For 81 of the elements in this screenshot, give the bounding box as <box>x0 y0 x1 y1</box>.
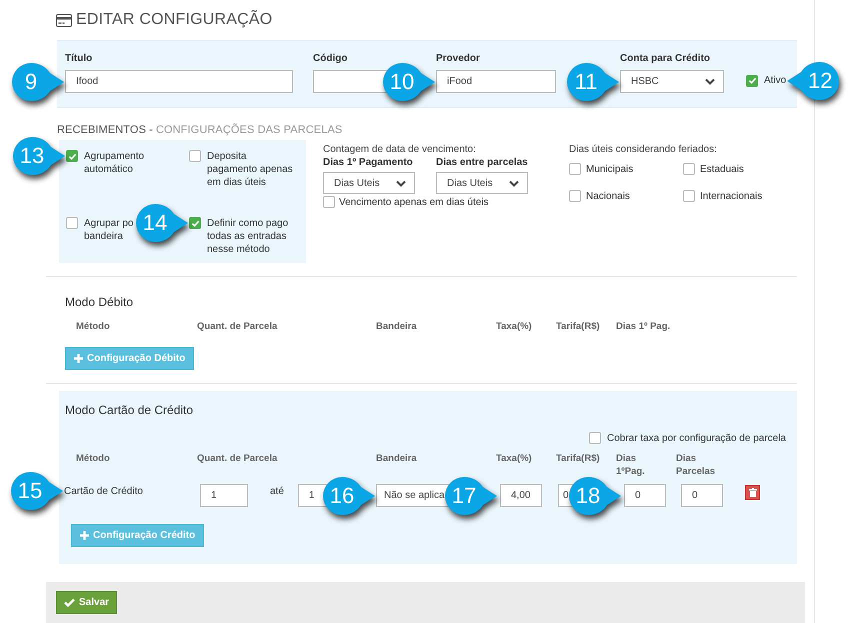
input-field[interactable]: 1 <box>200 484 248 507</box>
checkbox[interactable] <box>189 217 201 229</box>
checkbox-label: Agrupar po bandeira <box>84 217 134 243</box>
section-subtitle: CONFIGURAÇÕES DAS PARCELAS <box>156 124 342 136</box>
section-title: RECEBIMENTOS - <box>57 124 153 136</box>
section-title: Modo Débito <box>65 295 134 309</box>
column-header: Método <box>76 452 111 466</box>
select-value: Dias Uteis <box>447 178 493 188</box>
checkbox-label: Nacionais <box>586 190 630 203</box>
column-header: Tarifa(R$) <box>556 452 601 466</box>
callout-tooltip: 15 <box>10 470 64 510</box>
callout-tooltip: 18 <box>568 476 622 516</box>
callout-tooltip: 10 <box>382 62 436 102</box>
chevron-down-icon <box>396 180 406 186</box>
checkbox-label: Definir como pago todas as entradas nesse método <box>207 217 290 256</box>
chevron-down-icon <box>509 180 519 186</box>
checkbox-label: Cobrar taxa por configuração de parcela <box>607 432 786 445</box>
field-label: Código <box>313 53 348 66</box>
checkbox[interactable] <box>746 74 758 86</box>
group-title: Dias úteis considerando feriados: <box>569 144 718 155</box>
select-field[interactable]: Dias Uteis <box>436 172 528 194</box>
checkbox[interactable] <box>66 150 78 162</box>
plus-icon <box>74 354 83 363</box>
page-title: EDITAR CONFIGURAÇÃO <box>76 11 272 29</box>
callout-tooltip: 9 <box>11 62 65 102</box>
checkbox-label: Ativo <box>764 74 786 87</box>
column-header: Taxa(%) <box>496 320 533 333</box>
checkbox-label: Vencimento apenas em dias úteis <box>339 196 489 209</box>
column-header: Bandeira <box>376 452 418 466</box>
column-header: Tarifa(R$) <box>556 320 601 333</box>
checkbox-label: Municipais <box>586 163 634 176</box>
checkbox[interactable] <box>569 163 581 175</box>
checkbox[interactable] <box>683 163 695 175</box>
callout-tooltip: 11 <box>566 62 620 102</box>
checkbox-label: Internacionais <box>700 190 762 203</box>
range-label: até <box>270 486 284 497</box>
select-field[interactable]: Dias Uteis <box>323 172 415 194</box>
group-title: Contagem de data de vencimento: <box>323 144 477 155</box>
column-header: Quant. de Parcela <box>197 452 278 466</box>
select-value: Dias Uteis <box>334 178 380 188</box>
callout-tooltip: 17 <box>444 476 498 516</box>
checkbox[interactable] <box>189 150 201 162</box>
input-field[interactable]: 0 <box>624 484 666 507</box>
field-label: Dias 1º Pagamento <box>323 157 414 168</box>
table-cell: Cartão de Crédito <box>64 486 143 497</box>
checkbox[interactable] <box>683 190 695 202</box>
select-field[interactable]: HSBC <box>620 70 724 93</box>
input-field[interactable]: iFood <box>436 70 556 93</box>
checkbox[interactable] <box>589 432 601 444</box>
input-field[interactable]: 0 <box>681 484 723 507</box>
checkbox[interactable] <box>66 217 78 229</box>
delete-button[interactable] <box>745 485 760 500</box>
field-label: Dias entre parcelas <box>436 157 528 168</box>
field-label: Título <box>65 53 94 66</box>
column-header: Taxa(%) <box>496 452 533 466</box>
column-header: Dias Parcelas <box>676 452 716 478</box>
chevron-down-icon <box>705 78 715 85</box>
column-header: Quant. de Parcela <box>197 320 278 333</box>
callout-tooltip: 14 <box>135 203 189 243</box>
check-icon <box>64 598 75 607</box>
input-field[interactable]: 4,00 <box>500 484 542 507</box>
plus-icon <box>80 531 89 540</box>
column-header: Método <box>76 320 111 333</box>
checkbox[interactable] <box>569 190 581 202</box>
checkbox[interactable] <box>323 196 335 208</box>
callout-tooltip: 13 <box>12 136 66 176</box>
checkbox-label: Deposita pagamento apenas em dias úteis <box>207 150 294 189</box>
credit-card-icon <box>56 14 72 26</box>
callout-tooltip: 16 <box>322 476 376 516</box>
checkbox-label: Agrupamento automático <box>84 150 146 176</box>
column-header: Dias 1º Pag. <box>616 320 672 333</box>
column-header: Dias 1ºPag. <box>616 452 646 478</box>
select-value: HSBC <box>631 76 659 87</box>
trash-icon <box>748 488 756 497</box>
section-title: Modo Cartão de Crédito <box>65 403 194 417</box>
input-field[interactable]: Ifood <box>65 70 293 93</box>
callout-tooltip: 12 <box>786 60 840 100</box>
field-label: Provedor <box>436 53 481 66</box>
checkbox-label: Estaduais <box>700 163 744 176</box>
field-label: Conta para Crédito <box>620 53 712 66</box>
column-header: Bandeira <box>376 320 418 333</box>
